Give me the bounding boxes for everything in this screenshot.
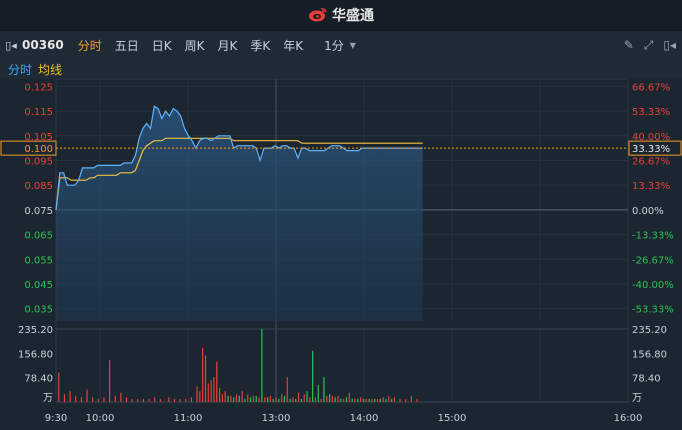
time-tick-label: 13:00 [262, 413, 291, 424]
price-tick-label: 0.035 [24, 305, 53, 316]
volume-tick-label-right: 78.40 [632, 374, 661, 385]
brand: 华盛通 [308, 5, 374, 25]
indicator-tabs: 分时 均线 [0, 59, 682, 80]
expand-icon[interactable]: ⤢ [644, 38, 654, 53]
tab-weekly-k[interactable]: 周K [185, 37, 205, 54]
tab-daily-k[interactable]: 日K [152, 37, 172, 54]
tab-monthly-k[interactable]: 月K [218, 37, 238, 54]
time-tick-label: 14:00 [350, 413, 379, 424]
popout-icon[interactable]: ▯◂ [663, 38, 676, 52]
percent-tick-label: -26.67% [632, 255, 674, 266]
current-percent-label: 33.33% [632, 144, 670, 155]
percent-tick-label: 13.33% [632, 181, 670, 192]
tab-yearly-k[interactable]: 年K [283, 37, 303, 54]
price-tick-label: 0.095 [24, 156, 53, 167]
interval-value: 1分 [324, 38, 344, 53]
stock-code: 00360 [22, 38, 64, 52]
percent-tick-label: 53.33% [632, 107, 670, 118]
interval-select[interactable]: 1分 ▼ [324, 37, 356, 54]
percent-tick-label: -53.33% [632, 305, 674, 316]
price-tick-label: 0.085 [24, 181, 53, 192]
volume-tick-label-left: 235.20 [18, 325, 53, 336]
price-tick-label: 0.055 [24, 255, 53, 266]
volume-tick-label-right: 235.20 [632, 325, 667, 336]
chevron-down-icon: ▼ [349, 40, 356, 50]
time-tick-label: 11:00 [174, 413, 203, 424]
percent-tick-label: 26.67% [632, 156, 670, 167]
subtab-moving-average[interactable]: 均线 [38, 61, 62, 78]
volume-unit-left: 万 [43, 393, 53, 404]
volume-tick-label-left: 78.40 [24, 374, 53, 385]
tab-quarterly-k[interactable]: 季K [250, 37, 270, 54]
time-tick-label: 10:00 [86, 413, 115, 424]
volume-tick-label-left: 156.80 [18, 349, 53, 360]
price-tick-label: 0.075 [24, 206, 53, 217]
tab-intraday[interactable]: 分时 [78, 37, 102, 54]
toolbar: ▯◂ 00360 分时 五日 日K 周K 月K 季K 年K 1分 ▼ ✎ ⤢ ▯… [0, 31, 682, 59]
chart-tools: ✎ ⤢ ▯◂ [624, 31, 676, 59]
subtab-intraday[interactable]: 分时 [8, 61, 32, 78]
time-tick-label: 15:00 [438, 413, 467, 424]
percent-tick-label: -40.00% [632, 280, 674, 291]
tab-five-day[interactable]: 五日 [115, 37, 139, 54]
brand-name: 华盛通 [332, 8, 374, 24]
current-price-label: 0.100 [24, 144, 53, 155]
volume-tick-label-right: 156.80 [632, 349, 667, 360]
title-bar: 华盛通 [0, 0, 682, 31]
volume-unit-right: 万 [632, 393, 642, 404]
intraday-chart: 0.1250.1150.1050.0950.0850.0750.0650.055… [0, 79, 682, 430]
time-tick-label: 9:30 [45, 413, 67, 424]
price-tick-label: 0.125 [24, 82, 53, 93]
price-tick-label: 0.045 [24, 280, 53, 291]
pencil-icon[interactable]: ✎ [624, 38, 634, 52]
time-tick-label: 16:00 [614, 413, 643, 424]
price-tick-label: 0.065 [24, 231, 53, 242]
percent-tick-label: 66.67% [632, 82, 670, 93]
brand-logo-icon [309, 8, 327, 22]
percent-tick-label: 0.00% [632, 206, 664, 217]
price-tick-label: 0.115 [24, 107, 53, 118]
panel-toggle-icon[interactable]: ▯◂ [0, 31, 22, 59]
percent-tick-label: -13.33% [632, 231, 674, 242]
